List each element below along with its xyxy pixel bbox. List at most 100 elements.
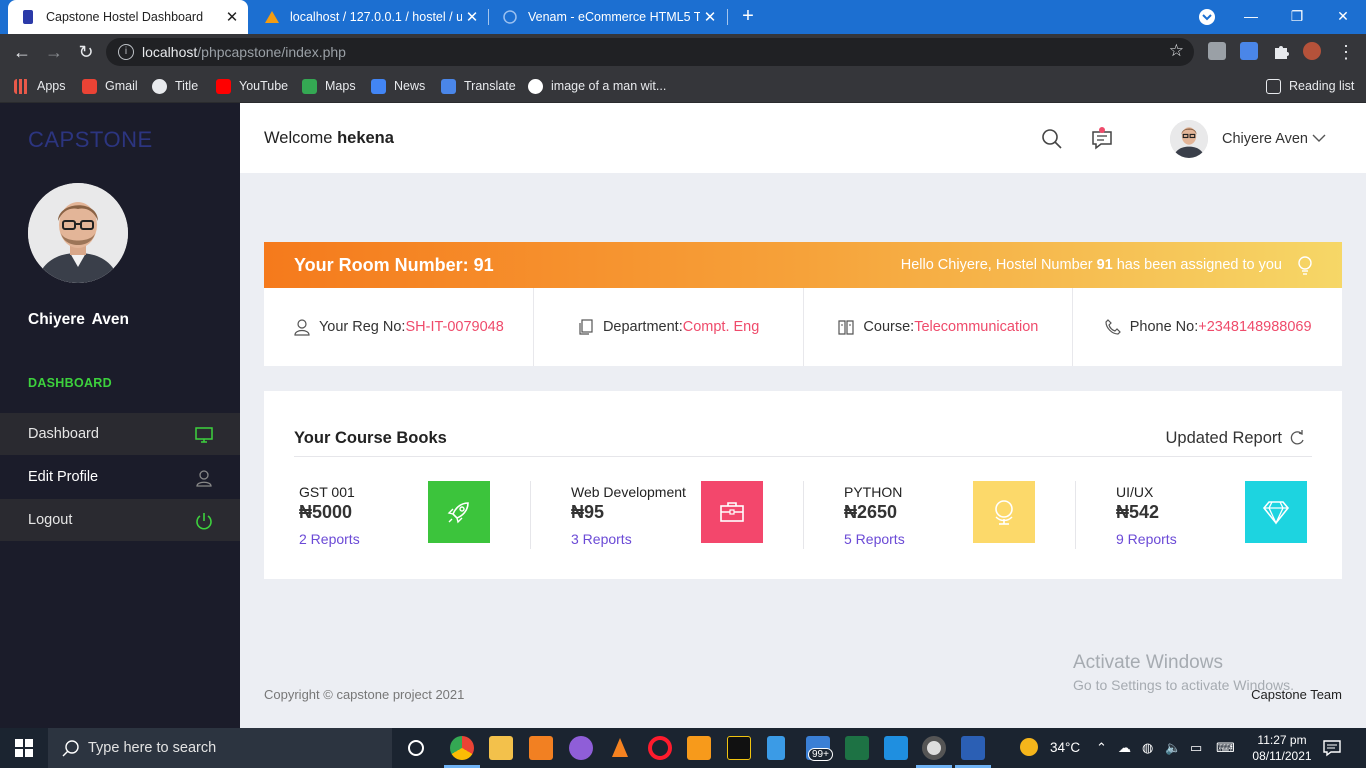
divider (803, 481, 804, 549)
user-icon (196, 470, 212, 487)
phone-label: Phone No: (1129, 319, 1199, 335)
sidebar-item-dashboard[interactable]: Dashboard (0, 413, 240, 455)
sublime-text-icon[interactable] (687, 736, 711, 760)
tab-title: Venam - eCommerce HTML5 Ten (528, 10, 700, 24)
bookmark-maps[interactable]: Maps (302, 77, 356, 95)
media-player-icon[interactable] (922, 736, 946, 760)
battery-icon[interactable]: ▭ (1190, 740, 1202, 756)
weather-widget[interactable]: 34°C (1020, 738, 1080, 756)
tab-search-icon[interactable] (1198, 8, 1216, 26)
book-item-python[interactable]: PYTHON ₦2650 5 Reports (839, 481, 1089, 551)
book-price: ₦95 (571, 502, 605, 522)
network-icon[interactable]: ◍ (1142, 740, 1153, 756)
profile-avatar-icon[interactable] (1303, 42, 1321, 60)
maximize-button[interactable]: ❐ (1274, 0, 1320, 34)
book-item-web-development[interactable]: Web Development ₦95 3 Reports (566, 481, 816, 551)
bookmark-translate[interactable]: Translate (441, 77, 516, 95)
bookmark-apps[interactable]: Apps (14, 77, 66, 95)
vlc-icon[interactable] (608, 736, 632, 760)
xampp-icon[interactable] (529, 736, 553, 760)
tab-phpmyadmin[interactable]: localhost / 127.0.0.1 / hostel / us ✕ (252, 0, 488, 34)
course-books-title: Your Course Books (294, 429, 447, 447)
translate-extension-icon[interactable] (1240, 42, 1258, 60)
intellij-icon[interactable] (727, 736, 751, 760)
tab-divider (488, 9, 489, 25)
window-close-button[interactable]: ✕ (1320, 0, 1366, 34)
tab-close-icon[interactable]: ✕ (700, 8, 720, 26)
site-info-icon[interactable]: i (118, 44, 134, 60)
volume-icon[interactable]: 🔈 (1165, 740, 1181, 756)
bookmark-gmail[interactable]: Gmail (82, 77, 138, 95)
reload-icon[interactable]: ↻ (74, 40, 98, 64)
tab-title: localhost / 127.0.0.1 / hostel / us (290, 10, 462, 24)
profile-avatar (28, 183, 128, 283)
youtube-icon (216, 78, 231, 94)
header-user-name[interactable]: Chiyere Aven (1222, 131, 1308, 147)
browser-menu-icon[interactable]: ⋮ (1334, 40, 1358, 64)
sidebar-item-edit-profile[interactable]: Edit Profile (0, 456, 240, 498)
clock-time: 11:27 pm (1257, 733, 1307, 747)
forward-arrow-icon[interactable]: → (42, 40, 66, 64)
extension-icon[interactable] (1208, 42, 1226, 60)
tab-venam[interactable]: Venam - eCommerce HTML5 Ten ✕ (490, 0, 726, 34)
taskbar-clock[interactable]: 11:27 pm 08/11/2021 (1244, 732, 1320, 764)
minimize-button[interactable]: — (1228, 0, 1274, 34)
url-text[interactable]: localhost/phpcapstone/index.php (142, 44, 346, 60)
globe-favicon-icon (503, 10, 517, 24)
footer-copyright: Copyright © capstone project 2021 (264, 687, 465, 702)
bookmark-title[interactable]: Title (152, 77, 198, 95)
back-arrow-icon[interactable]: ← (10, 40, 34, 64)
mail-icon[interactable]: 99+ (806, 736, 833, 761)
windows-start-button[interactable] (0, 728, 48, 768)
clock-date: 08/11/2021 (1252, 749, 1312, 763)
book-item-uiux[interactable]: UI/UX ₦542 9 Reports (1111, 481, 1361, 551)
address-toolbar: ← → ↻ i localhost/phpcapstone/index.php … (0, 34, 1366, 70)
updated-report-link[interactable]: Updated Report (1166, 429, 1283, 448)
tab-capstone-dashboard[interactable]: Capstone Hostel Dashboard ✕ (8, 0, 248, 34)
taskbar-search-placeholder: Type here to search (88, 740, 217, 756)
cloud-icon[interactable]: ☁ (1118, 740, 1131, 756)
excel-icon[interactable] (845, 736, 869, 760)
phone-link-icon[interactable] (767, 736, 785, 760)
task-view-icon[interactable] (404, 736, 428, 760)
file-explorer-icon[interactable] (489, 736, 513, 760)
chevron-down-icon[interactable] (1312, 131, 1326, 145)
bookmark-news[interactable]: News (371, 77, 425, 95)
tab-close-icon[interactable]: ✕ (222, 8, 242, 26)
opera-icon[interactable] (648, 736, 672, 760)
phone-icon (1105, 319, 1121, 335)
bookmark-google-image[interactable]: image of a man wit... (528, 77, 666, 95)
word-icon[interactable] (961, 736, 985, 760)
book-item-gst[interactable]: GST 001 ₦5000 2 Reports (294, 481, 544, 551)
new-tab-button[interactable]: + (737, 5, 759, 27)
bookmark-star-icon[interactable]: ☆ (1169, 41, 1184, 61)
book-reports-link[interactable]: 3 Reports (571, 531, 632, 547)
refresh-icon[interactable] (1288, 429, 1306, 447)
tray-chevron-up-icon[interactable]: ⌃ (1096, 740, 1107, 756)
tab-close-icon[interactable]: ✕ (462, 8, 482, 26)
reading-list-button[interactable]: Reading list (1266, 77, 1354, 95)
keyboard-icon[interactable]: ⌨ (1216, 740, 1235, 756)
chrome-icon[interactable] (450, 736, 474, 760)
book-reports-link[interactable]: 5 Reports (844, 531, 905, 547)
puzzle-extensions-icon[interactable] (1272, 42, 1290, 60)
vscode-icon[interactable] (884, 736, 908, 760)
book-reports-link[interactable]: 2 Reports (299, 531, 360, 547)
brand-logo[interactable]: CAPSTONE (28, 127, 153, 153)
user-avatar[interactable] (1170, 120, 1208, 158)
book-reports-link[interactable]: 9 Reports (1116, 531, 1177, 547)
taskbar-search-box[interactable]: Type here to search (48, 728, 392, 768)
google-icon (528, 78, 543, 94)
notification-icon[interactable] (1322, 738, 1342, 758)
translate-icon (441, 78, 456, 94)
bookmark-youtube[interactable]: YouTube (216, 77, 288, 95)
course-value: Telecommunication (914, 319, 1039, 335)
sidebar-item-logout[interactable]: Logout (0, 499, 240, 541)
search-icon[interactable] (1040, 127, 1064, 151)
divider (530, 481, 531, 549)
message-icon[interactable] (1090, 127, 1114, 151)
divider (294, 456, 1312, 457)
github-desktop-icon[interactable] (569, 736, 593, 760)
main-content: Welcome hekena Chiyere Aven Your Room Nu… (240, 103, 1366, 728)
address-bar[interactable]: i localhost/phpcapstone/index.php ☆ (106, 38, 1194, 66)
